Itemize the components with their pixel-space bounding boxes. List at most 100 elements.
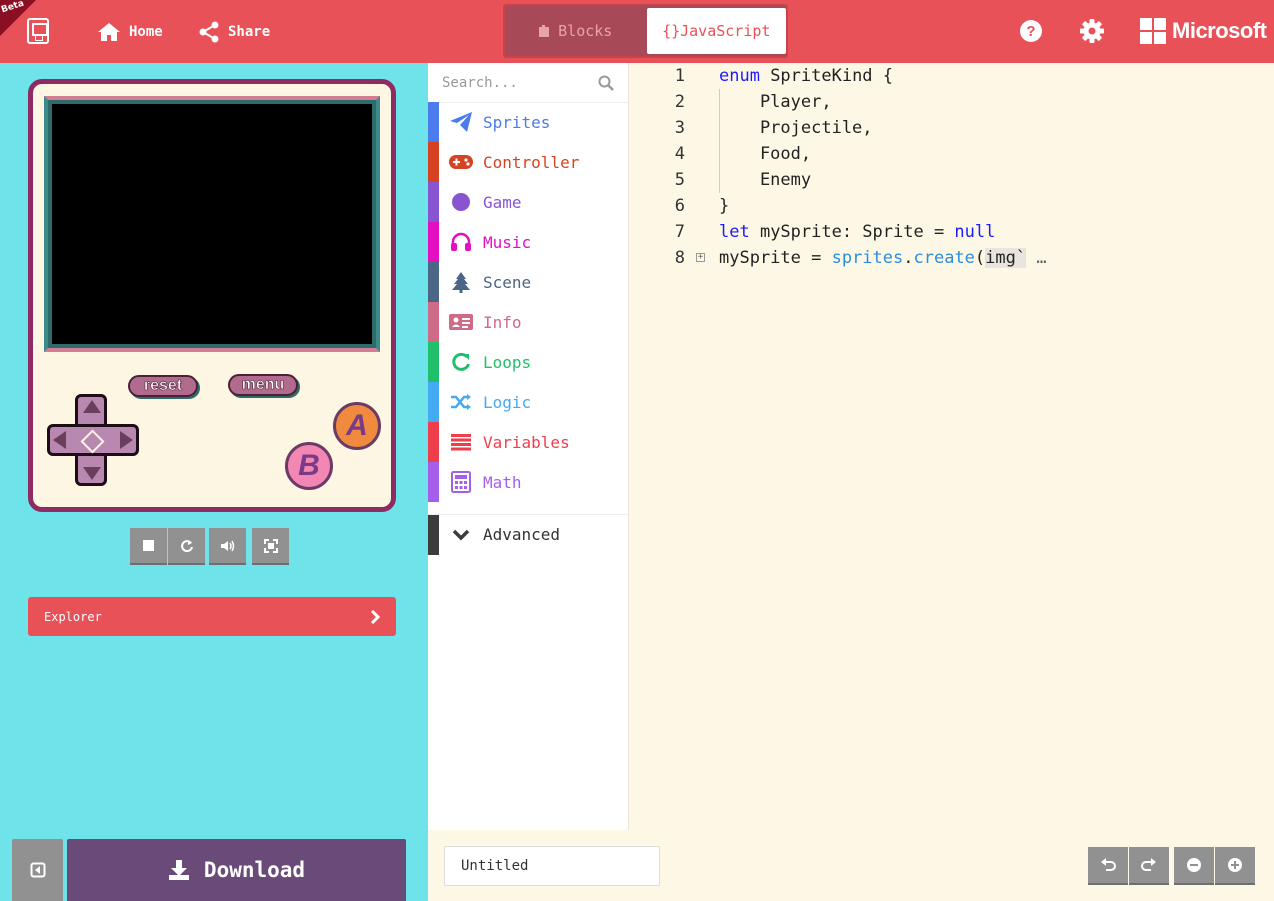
line-number: 1 [674, 66, 685, 86]
dpad[interactable] [47, 394, 139, 486]
stop-icon [143, 540, 154, 551]
simulator-screen-frame [44, 96, 380, 352]
javascript-label: {}JavaScript [662, 22, 771, 40]
category-color-bar [428, 514, 439, 555]
fullscreen-icon [263, 538, 278, 553]
category-color-bar [428, 462, 439, 502]
volume-icon [220, 540, 234, 551]
editor-bottom-bar [428, 830, 1274, 901]
code-line: 4 Food, [629, 141, 1274, 167]
redo-icon [1141, 858, 1156, 871]
code-text: Player, [719, 92, 832, 112]
code-text: } [719, 196, 730, 216]
restart-button[interactable] [168, 528, 205, 565]
dpad-left-arrow-icon[interactable] [53, 431, 66, 449]
collapse-simulator-button[interactable] [12, 839, 63, 901]
category-scene[interactable]: Scene [428, 262, 628, 302]
undo-button[interactable] [1088, 847, 1128, 885]
category-math[interactable]: Math [428, 462, 628, 502]
simulator-controls-3 [252, 528, 289, 565]
tree-icon [439, 271, 483, 293]
category-color-bar [428, 382, 439, 422]
dpad-right-arrow-icon[interactable] [120, 431, 133, 449]
search-icon [598, 75, 614, 91]
code-text: Enemy [719, 170, 812, 190]
help-icon[interactable]: ? [1017, 17, 1045, 45]
code-editor[interactable]: 1 enum SpriteKind { 2 Player, 3 Projectil… [629, 63, 1274, 830]
headphones-icon [439, 232, 483, 252]
category-label: Scene [483, 272, 532, 292]
redo-button[interactable] [1129, 847, 1169, 885]
search-input[interactable]: Search... [442, 75, 598, 91]
project-name-input[interactable] [444, 846, 660, 886]
category-label: Music [483, 232, 532, 252]
dpad-up-arrow-icon[interactable] [83, 400, 101, 413]
fullscreen-button[interactable] [252, 528, 289, 565]
arcade-logo-icon[interactable] [27, 18, 49, 44]
zoom-in-icon [1228, 858, 1242, 872]
gear-icon[interactable] [1078, 17, 1106, 45]
home-icon [98, 23, 120, 41]
category-color-bar [428, 222, 439, 262]
category-info[interactable]: Info [428, 302, 628, 342]
microsoft-logo[interactable]: Microsoft [1140, 18, 1267, 44]
category-controller[interactable]: Controller [428, 142, 628, 182]
category-music[interactable]: Music [428, 222, 628, 262]
download-button[interactable]: Download [67, 839, 406, 901]
zoom-out-icon [1187, 858, 1201, 872]
game-simulator: reset menu A B [28, 79, 396, 512]
refresh-icon [180, 539, 193, 552]
refresh-icon [439, 352, 483, 372]
category-label: Sprites [483, 112, 551, 132]
blocks-tab[interactable]: Blocks [505, 6, 646, 56]
category-label: Loops [483, 352, 532, 372]
category-color-bar [428, 142, 439, 182]
microsoft-label: Microsoft [1172, 18, 1267, 43]
mute-button[interactable] [209, 528, 246, 565]
top-menu-bar: Beta Home Share Blocks {}JavaScript ? Mi… [0, 0, 1274, 63]
dpad-down-arrow-icon[interactable] [83, 467, 101, 480]
category-label: Advanced [483, 525, 561, 544]
shuffle-icon [439, 393, 483, 411]
b-button[interactable]: B [285, 442, 333, 490]
zoom-out-button[interactable] [1174, 847, 1214, 885]
simulator-controls [130, 528, 205, 565]
category-sprites[interactable]: Sprites [428, 102, 628, 142]
toolbox-search[interactable]: Search... [428, 63, 628, 103]
category-label: Game [483, 192, 522, 212]
home-label: Home [129, 24, 163, 40]
share-label: Share [228, 24, 271, 40]
category-color-bar [428, 262, 439, 302]
simulator-controls-2 [209, 528, 246, 565]
category-logic[interactable]: Logic [428, 382, 628, 422]
code-text: let mySprite: Sprite = null [719, 222, 996, 242]
simulator-screen[interactable] [52, 104, 372, 344]
category-label: Controller [483, 152, 580, 172]
category-label: Info [483, 312, 522, 332]
microsoft-grid-icon [1140, 18, 1166, 44]
download-label: Download [203, 858, 306, 882]
category-advanced[interactable]: Advanced [428, 514, 628, 555]
fold-expand-icon[interactable]: + [696, 253, 705, 262]
category-variables[interactable]: Variables [428, 422, 628, 462]
share-button[interactable]: Share [198, 19, 270, 45]
category-loops[interactable]: Loops [428, 342, 628, 382]
toolbox: Search... Sprites Controller Game Music … [428, 63, 629, 830]
zoom-in-button[interactable] [1215, 847, 1255, 885]
stop-button[interactable] [130, 528, 167, 565]
chevron-right-icon [370, 609, 380, 624]
home-button[interactable]: Home [97, 19, 163, 45]
category-label: Math [483, 472, 522, 492]
category-game[interactable]: Game [428, 182, 628, 222]
code-line: 7 let mySprite: Sprite = null [629, 219, 1274, 245]
chevron-down-icon [439, 529, 483, 541]
category-label: Variables [483, 432, 570, 452]
menu-button[interactable]: menu [228, 374, 298, 396]
code-line: 5 Enemy [629, 167, 1274, 193]
explorer-label: Explorer [44, 609, 102, 624]
code-line: 2 Player, [629, 89, 1274, 115]
explorer-bar[interactable]: Explorer [28, 597, 396, 636]
javascript-tab[interactable]: {}JavaScript [646, 8, 786, 54]
code-line: 1 enum SpriteKind { [629, 63, 1274, 89]
a-button[interactable]: A [333, 402, 381, 450]
